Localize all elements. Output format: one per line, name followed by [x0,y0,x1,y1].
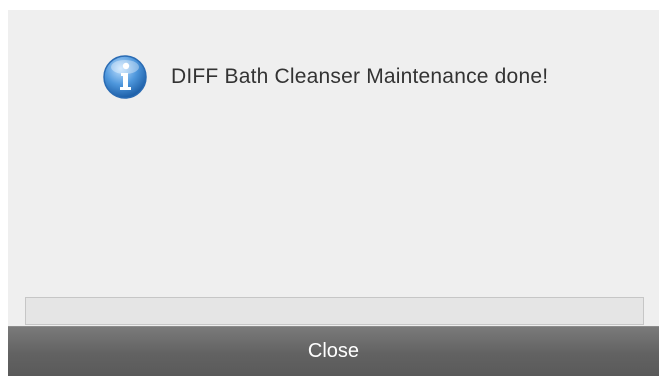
top-strip [0,0,659,10]
close-button[interactable]: Close [8,326,659,376]
message-text: DIFF Bath Cleanser Maintenance done! [171,65,549,88]
info-icon [102,54,148,100]
message-dialog: DIFF Bath Cleanser Maintenance done! Clo… [8,10,659,376]
close-button-label: Close [307,340,360,362]
message-row: DIFF Bath Cleanser Maintenance done! [102,54,548,100]
progress-bar [25,297,644,325]
